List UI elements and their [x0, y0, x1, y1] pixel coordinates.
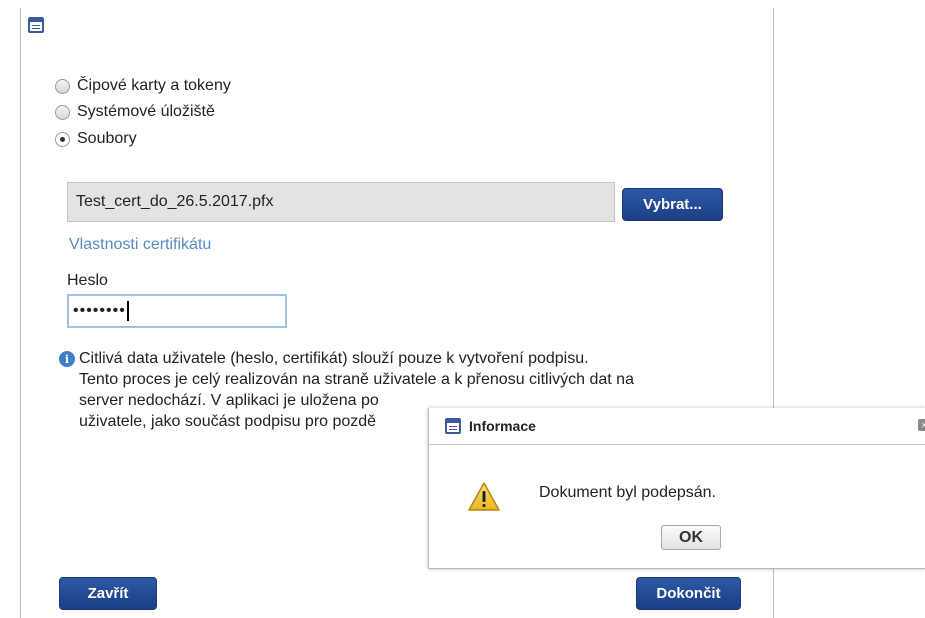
- radio-label: Soubory: [77, 130, 137, 147]
- warning-icon: [468, 482, 500, 511]
- radio-label: Systémové úložiště: [77, 103, 215, 120]
- password-label: Heslo: [67, 272, 108, 289]
- popup-title: Informace: [469, 418, 536, 434]
- radio-button-icon[interactable]: [55, 78, 70, 94]
- text-caret: [126, 301, 129, 321]
- info-line: Tento proces je celý realizován na stran…: [79, 371, 634, 388]
- window-icon: [445, 418, 461, 434]
- window-icon: [28, 17, 44, 33]
- info-icon: i: [59, 351, 75, 367]
- radio-label: Čipové karty a tokeny: [77, 77, 231, 94]
- popup-titlebar[interactable]: Informace ×: [429, 408, 925, 445]
- radio-smart-cards[interactable]: Čipové karty a tokeny: [55, 75, 231, 97]
- password-input[interactable]: ••••••••: [67, 294, 287, 328]
- radio-files[interactable]: Soubory: [55, 128, 137, 150]
- info-line: Citlivá data uživatele (heslo, certifiká…: [79, 350, 589, 367]
- finish-button[interactable]: Dokončit: [636, 577, 741, 610]
- certificate-properties-link[interactable]: Vlastnosti certifikátu: [69, 236, 211, 254]
- radio-button-icon[interactable]: [55, 104, 70, 120]
- dialog-titlebar: [21, 8, 773, 44]
- close-icon[interactable]: ×: [918, 419, 925, 431]
- password-value: ••••••••: [73, 302, 126, 320]
- close-button[interactable]: Zavřít: [59, 577, 157, 610]
- information-popup: Informace × Dokument byl podepsán. OK: [428, 408, 925, 569]
- file-path-field: Test_cert_do_26.5.2017.pfx: [67, 182, 615, 222]
- ok-button[interactable]: OK: [661, 525, 721, 550]
- radio-button-checked-icon[interactable]: [55, 131, 70, 147]
- radio-system-store[interactable]: Systémové úložiště: [55, 101, 215, 123]
- choose-file-button[interactable]: Vybrat...: [622, 188, 723, 221]
- popup-message: Dokument byl podepsán.: [539, 484, 716, 501]
- screen: Čipové karty a tokeny Systémové úložiště…: [0, 0, 925, 618]
